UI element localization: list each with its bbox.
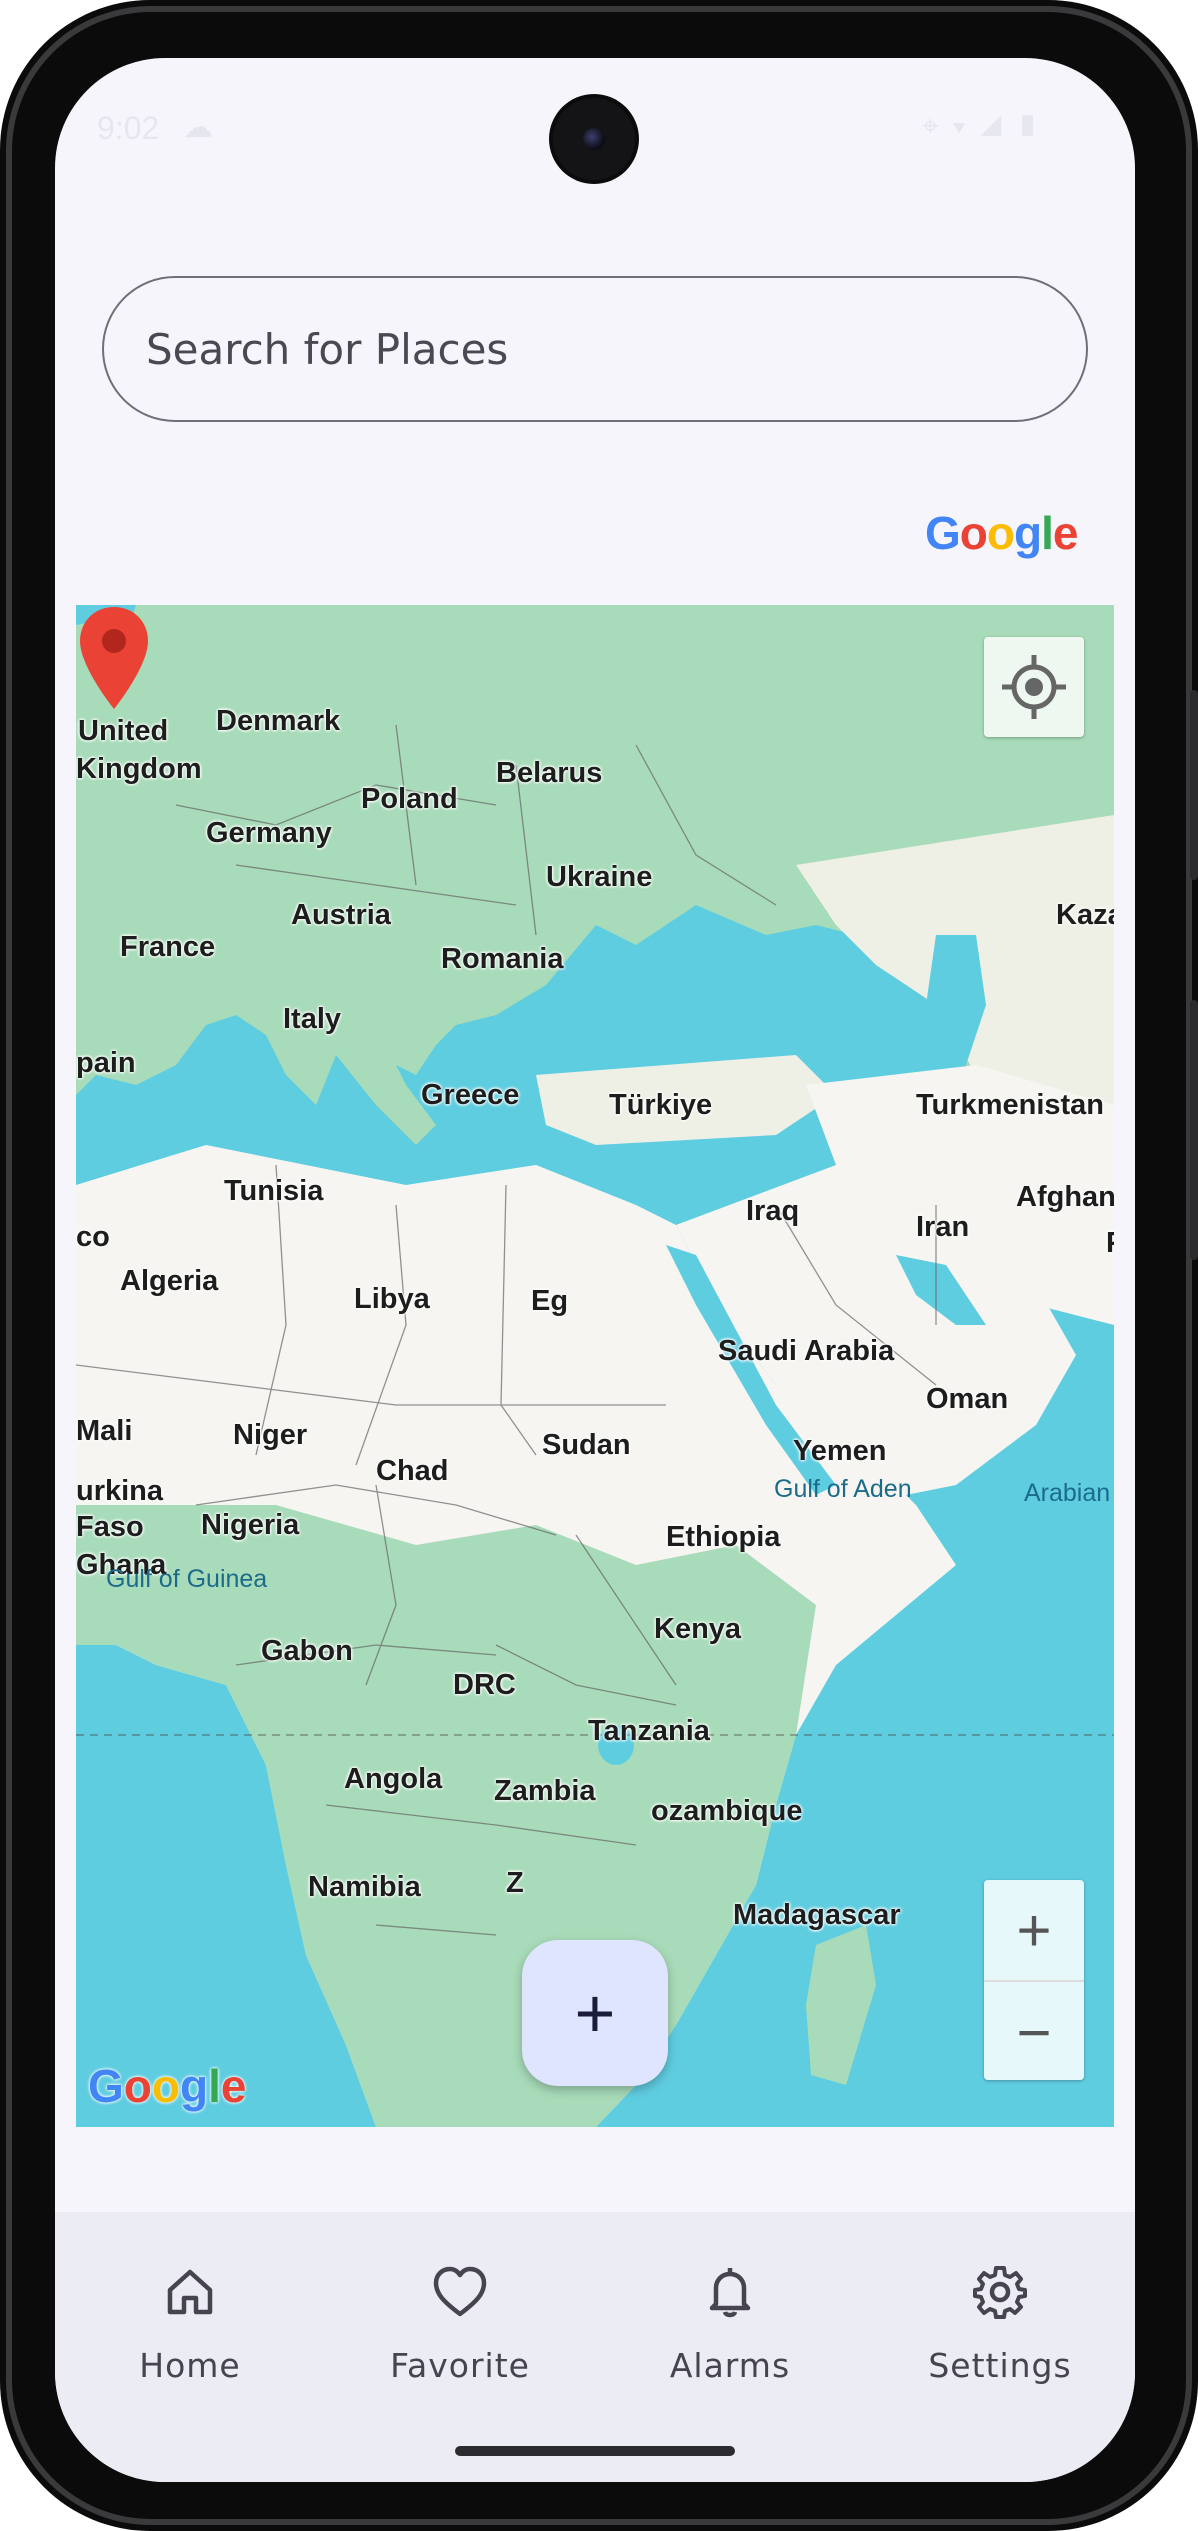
signal-icon: ◢	[979, 110, 1017, 143]
home-indicator[interactable]	[455, 2446, 735, 2456]
map-label-tunisia: Tunisia	[224, 1175, 324, 1207]
bottom-navigation: Home Favorite Alarms Settings	[55, 2212, 1135, 2482]
map-label-niger: Niger	[233, 1419, 308, 1451]
nav-label-home: Home	[139, 2346, 241, 2385]
map-label-iran: Iran	[916, 1211, 970, 1243]
location-icon: ⌖	[921, 110, 953, 143]
map-label-kingdom: Kingdom	[76, 753, 202, 785]
map-label-morocco: co	[76, 1221, 110, 1253]
gear-icon	[973, 2266, 1027, 2319]
map-label-ethiopia: Ethiopia	[666, 1521, 781, 1553]
crosshair-icon	[1002, 655, 1066, 719]
map-label-afghan: Afghan	[1016, 1181, 1114, 1213]
location-marker-icon[interactable]	[76, 605, 152, 711]
map-label-france: France	[120, 931, 216, 963]
heart-icon	[433, 2266, 487, 2317]
map-label-yemen: Yemen	[793, 1435, 887, 1467]
map-label-spain: pain	[76, 1047, 136, 1079]
power-button	[1190, 690, 1198, 880]
map-label-oman: Oman	[926, 1383, 1009, 1415]
map-label-mali: Mali	[76, 1415, 133, 1447]
wifi-icon: ▾	[952, 110, 980, 143]
map-label-austria: Austria	[291, 899, 391, 931]
map-label-zambia: Zambia	[494, 1775, 596, 1807]
map-label-turkmenistan: Turkmenistan	[916, 1089, 1105, 1121]
map-google-logo: Google	[88, 2060, 247, 2112]
map-label-saudi: Saudi Arabia	[718, 1335, 895, 1367]
status-time: 9:02	[97, 110, 160, 146]
zoom-out-button[interactable]: −	[984, 1982, 1084, 2082]
status-icons: ⌖▾◢▮	[922, 110, 1053, 144]
map-label-greece: Greece	[421, 1079, 520, 1111]
map-label-united: United	[78, 715, 169, 747]
map-label-romania: Romania	[441, 943, 564, 975]
map-label-chad: Chad	[376, 1455, 449, 1487]
map-label-zimbabwe: Z	[506, 1867, 524, 1899]
map-label-burkina: urkina	[76, 1475, 164, 1507]
map-label-egypt: Eg	[531, 1285, 569, 1317]
map-label-ukraine: Ukraine	[546, 861, 653, 893]
map-label-namibia: Namibia	[308, 1871, 421, 1903]
map-view[interactable]: United Kingdom Denmark Belarus Poland Ge…	[76, 605, 1114, 2127]
sea-label-gulf-guinea: Gulf of Guinea	[106, 1565, 268, 1593]
sea-label-gulf-aden: Gulf of Aden	[774, 1475, 912, 1503]
map-label-poland: Poland	[361, 783, 458, 815]
search-input[interactable]	[102, 276, 1088, 422]
add-button[interactable]: +	[522, 1940, 668, 2086]
google-attribution: Google	[925, 507, 1078, 559]
map-label-germany: Germany	[206, 817, 332, 849]
nav-item-favorite[interactable]: Favorite	[325, 2212, 595, 2482]
zoom-in-button[interactable]: +	[984, 1880, 1084, 1982]
nav-item-settings[interactable]: Settings	[865, 2212, 1135, 2482]
nav-label-alarms: Alarms	[669, 2346, 791, 2385]
battery-icon: ▮	[1016, 110, 1053, 143]
nav-label-favorite: Favorite	[390, 2346, 530, 2385]
map-label-angola: Angola	[344, 1763, 443, 1795]
nav-item-home[interactable]: Home	[55, 2212, 325, 2482]
zoom-controls: + −	[984, 1880, 1084, 2080]
home-icon	[167, 2269, 213, 2315]
sea-label-arabian: Arabian	[1024, 1479, 1111, 1507]
map-label-sudan: Sudan	[542, 1429, 631, 1461]
front-camera	[553, 98, 635, 180]
map-label-drc: DRC	[453, 1669, 516, 1701]
nav-label-settings: Settings	[928, 2346, 1072, 2385]
map-label-gabon: Gabon	[261, 1635, 353, 1667]
map-label-libya: Libya	[354, 1283, 430, 1315]
nav-item-alarms[interactable]: Alarms	[595, 2212, 865, 2482]
map-label-italy: Italy	[283, 1003, 342, 1035]
map-label-faso: Faso	[76, 1511, 144, 1543]
map-label-turkiye: Türkiye	[609, 1089, 713, 1121]
map-label-nigeria: Nigeria	[201, 1509, 300, 1541]
map-label-iraq: Iraq	[746, 1195, 800, 1227]
cloud-icon: ☁	[183, 111, 213, 144]
map-label-kaza: Kaza	[1056, 899, 1114, 931]
bell-icon	[709, 2268, 751, 2318]
map-label-belarus: Belarus	[496, 757, 603, 789]
map-label-tanzania: Tanzania	[588, 1715, 710, 1747]
map-label-p: P	[1106, 1227, 1114, 1260]
map-label-kenya: Kenya	[654, 1613, 742, 1645]
my-location-button[interactable]	[984, 637, 1084, 737]
volume-button	[1190, 1000, 1198, 1260]
map-label-algeria: Algeria	[120, 1265, 219, 1297]
map-label-denmark: Denmark	[216, 705, 341, 737]
map-label-mozambique: ozambique	[651, 1795, 803, 1827]
map-label-madagascar: Madagascar	[733, 1899, 901, 1931]
screen: 9:02 ☁ ⌖▾◢▮ Google	[55, 58, 1135, 2482]
